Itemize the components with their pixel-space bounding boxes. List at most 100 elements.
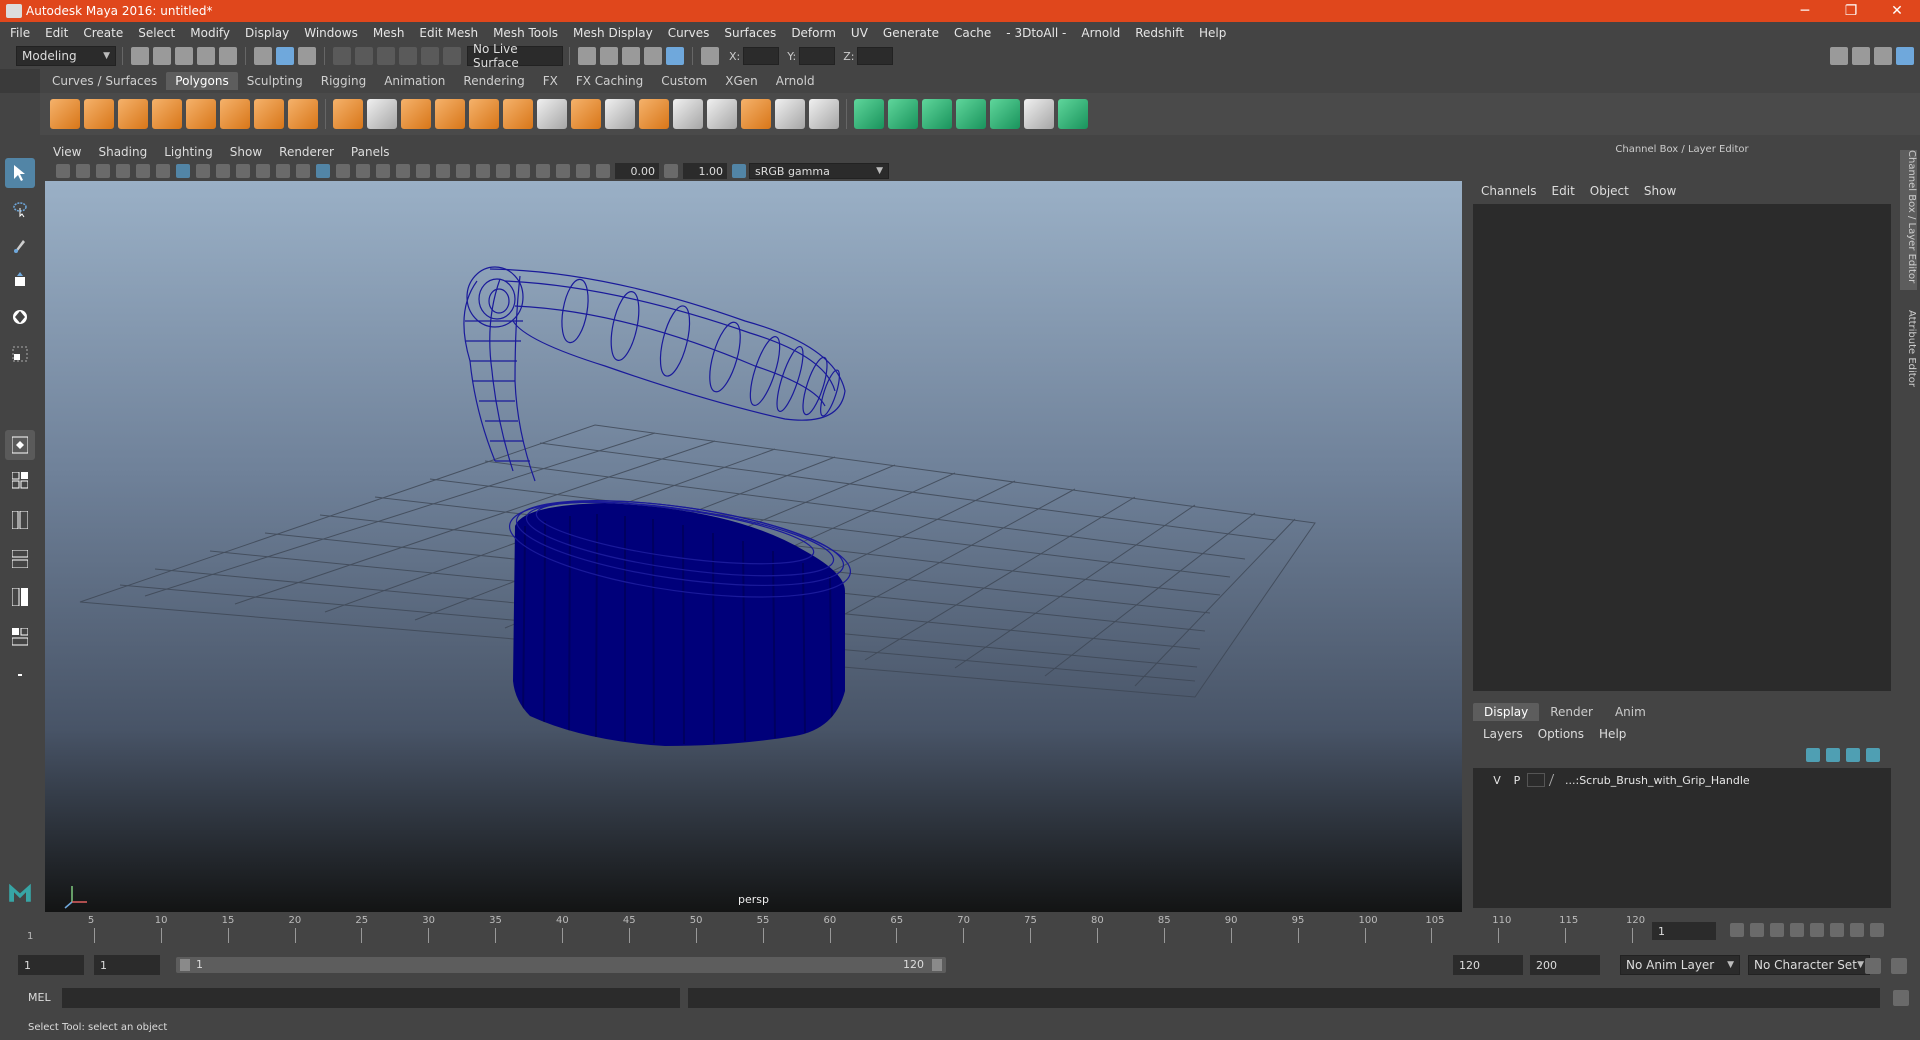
menu-mesh-tools[interactable]: Mesh Tools xyxy=(493,26,558,40)
poly-plane-icon[interactable] xyxy=(186,99,216,129)
anim-layer-dropdown[interactable]: No Anim Layer ▼ xyxy=(1620,955,1740,975)
move-layer-down-icon[interactable] xyxy=(1826,748,1840,762)
smooth-shade-icon[interactable] xyxy=(336,164,350,178)
modeling-toolkit-icon[interactable] xyxy=(1830,47,1848,65)
select-hierarchy-icon[interactable] xyxy=(254,47,272,65)
render-view-icon[interactable] xyxy=(578,47,596,65)
viewport-menu-renderer[interactable]: Renderer xyxy=(279,145,334,159)
layer-display-type[interactable] xyxy=(1527,773,1545,787)
textured-icon[interactable] xyxy=(376,164,390,178)
shelf-tab-custom[interactable]: Custom xyxy=(652,72,716,90)
layer-visibility-toggle[interactable]: V xyxy=(1487,774,1507,787)
side-tab-attribute-editor[interactable]: Attribute Editor xyxy=(1900,310,1917,400)
poly-pyramid-icon[interactable] xyxy=(254,99,284,129)
grid-toggle-icon[interactable] xyxy=(176,164,190,178)
live-surface-field[interactable]: No Live Surface xyxy=(467,42,563,70)
snap-curve-icon[interactable] xyxy=(355,47,373,65)
viewport-menu-lighting[interactable]: Lighting xyxy=(164,145,213,159)
scene-start-field[interactable]: 1 xyxy=(18,955,84,975)
bookmark-icon[interactable] xyxy=(96,164,110,178)
menu-edit[interactable]: Edit xyxy=(45,26,68,40)
paint-select-tool[interactable] xyxy=(5,230,35,260)
step-back-key-icon[interactable] xyxy=(1750,923,1764,937)
menu-generate[interactable]: Generate xyxy=(883,26,939,40)
tab-render[interactable]: Render xyxy=(1539,703,1604,721)
xray-joints-icon[interactable] xyxy=(576,164,590,178)
menu-surfaces[interactable]: Surfaces xyxy=(724,26,776,40)
new-scene-icon[interactable] xyxy=(131,47,149,65)
depth-of-field-icon[interactable] xyxy=(496,164,510,178)
two-d-pan-icon[interactable] xyxy=(136,164,150,178)
menu-redshift[interactable]: Redshift xyxy=(1135,26,1184,40)
time-slider[interactable]: 1 5 10 15 20 25 30 35 40 45 50 55 60 65 70 75 80 85 90 95 10… xyxy=(0,913,1920,947)
open-scene-icon[interactable] xyxy=(153,47,171,65)
poly-cube-icon[interactable] xyxy=(84,99,114,129)
exposure-field[interactable]: 0.00 xyxy=(615,163,659,179)
shelf-tab-animation[interactable]: Animation xyxy=(375,72,454,90)
undo-icon[interactable] xyxy=(197,47,215,65)
wireframe-on-shaded-icon[interactable] xyxy=(356,164,370,178)
gamma-icon[interactable] xyxy=(664,164,678,178)
new-layer-icon[interactable] xyxy=(1846,748,1860,762)
uv-unfold-icon[interactable] xyxy=(1058,99,1088,129)
channel-box-menu-object[interactable]: Object xyxy=(1590,184,1629,198)
viewport-menu-shading[interactable]: Shading xyxy=(98,145,147,159)
save-scene-icon[interactable] xyxy=(175,47,193,65)
hypershade-icon[interactable] xyxy=(666,47,684,65)
range-slider[interactable]: 1 120 xyxy=(176,957,946,973)
menu-mesh[interactable]: Mesh xyxy=(373,26,405,40)
move-tool[interactable] xyxy=(5,266,35,296)
shelf-tab-rendering[interactable]: Rendering xyxy=(454,72,533,90)
scene-end-field[interactable]: 200 xyxy=(1530,955,1600,975)
reduce-icon[interactable] xyxy=(469,99,499,129)
shelf-tab-fx[interactable]: FX xyxy=(534,72,567,90)
menu-curves[interactable]: Curves xyxy=(668,26,710,40)
go-to-end-icon[interactable] xyxy=(1870,923,1884,937)
uv-checker-icon[interactable] xyxy=(1024,99,1054,129)
bridge-icon[interactable] xyxy=(605,99,635,129)
step-forward-key-icon[interactable] xyxy=(1850,923,1864,937)
restore-button[interactable]: ❐ xyxy=(1828,3,1874,19)
menu-mesh-display[interactable]: Mesh Display xyxy=(573,26,653,40)
mode-selector[interactable]: Modeling ▼ xyxy=(16,46,116,66)
persp-outliner-layout-button[interactable] xyxy=(5,505,35,533)
layer-row[interactable]: V P ...:Scrub_Brush_with_Grip_Handle xyxy=(1487,773,1750,787)
poly-sphere-icon[interactable] xyxy=(50,99,80,129)
field-chart-icon[interactable] xyxy=(256,164,270,178)
perspective-viewport[interactable]: persp xyxy=(45,181,1462,912)
attribute-editor-icon[interactable] xyxy=(1852,47,1870,65)
side-tab-channel-box[interactable]: Channel Box / Layer Editor xyxy=(1900,150,1917,290)
scale-tool[interactable] xyxy=(5,338,35,368)
range-end-handle[interactable] xyxy=(932,959,942,971)
layer-menu-help[interactable]: Help xyxy=(1599,727,1626,741)
current-frame-field[interactable]: 1 xyxy=(1652,922,1716,940)
lasso-tool[interactable] xyxy=(5,194,35,224)
color-management-icon[interactable] xyxy=(732,164,746,178)
shelf-menu-icon[interactable] xyxy=(0,69,40,93)
tool-settings-icon[interactable] xyxy=(1874,47,1892,65)
planar-mapping-icon[interactable] xyxy=(854,99,884,129)
remesh-icon[interactable] xyxy=(503,99,533,129)
combine-icon[interactable] xyxy=(333,99,363,129)
spherical-mapping-icon[interactable] xyxy=(922,99,952,129)
xray-active-components-icon[interactable] xyxy=(556,164,570,178)
play-backwards-icon[interactable] xyxy=(1790,923,1804,937)
single-perspective-view-button[interactable] xyxy=(5,430,35,460)
shelf-tab-arnold[interactable]: Arnold xyxy=(767,72,824,90)
close-button[interactable]: ✕ xyxy=(1874,3,1920,19)
channel-box-menu-edit[interactable]: Edit xyxy=(1552,184,1575,198)
cylindrical-mapping-icon[interactable] xyxy=(888,99,918,129)
layer-menu-layers[interactable]: Layers xyxy=(1483,727,1523,741)
wireframe-icon[interactable] xyxy=(316,164,330,178)
offset-edge-loop-icon[interactable] xyxy=(707,99,737,129)
menu-uv[interactable]: UV xyxy=(851,26,868,40)
image-plane-icon[interactable] xyxy=(116,164,130,178)
menu-cache[interactable]: Cache xyxy=(954,26,991,40)
uv-editor-layout-button[interactable] xyxy=(5,622,35,650)
menu-create[interactable]: Create xyxy=(83,26,123,40)
minimize-button[interactable]: ─ xyxy=(1782,3,1828,19)
render-frame-icon[interactable] xyxy=(600,47,618,65)
step-forward-frame-icon[interactable] xyxy=(1830,923,1844,937)
menu-file[interactable]: File xyxy=(10,26,30,40)
tab-anim[interactable]: Anim xyxy=(1604,703,1657,721)
